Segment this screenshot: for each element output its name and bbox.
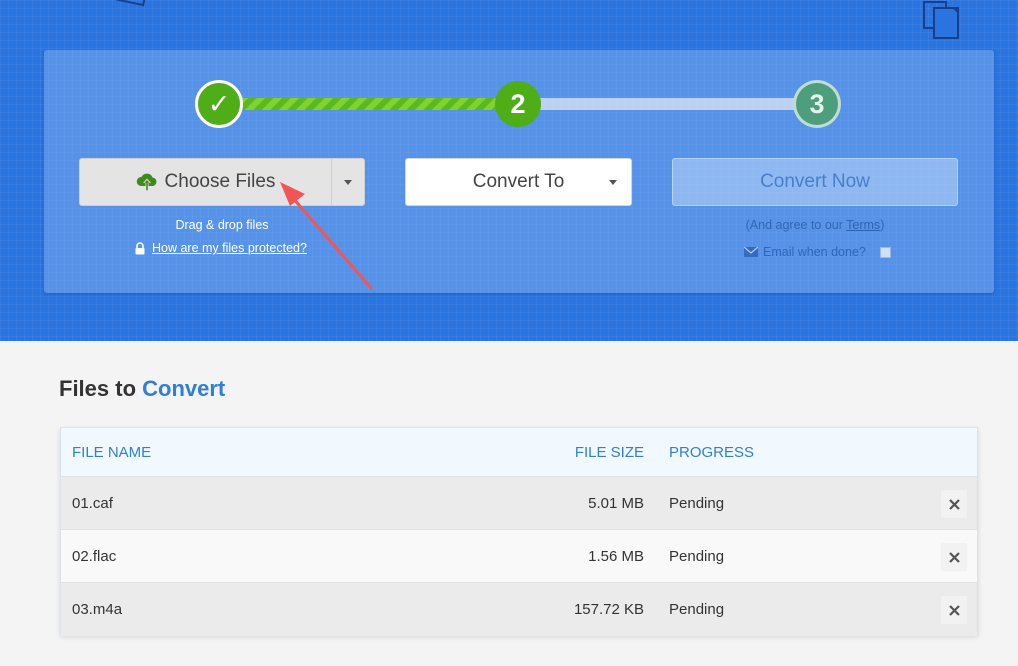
file-name-cell: 03.m4a [72,601,123,618]
heading-accent: Convert [142,376,226,401]
close-icon [948,551,960,563]
file-size-cell: 157.72 KB [573,601,644,618]
agree-suffix: ) [880,218,885,232]
step-1-indicator: ✓ [195,80,243,128]
image-file-doodle-icon [114,0,150,7]
terms-link[interactable]: Terms [846,218,880,232]
choose-files-label: Choose Files [164,171,276,192]
email-when-done-row: Email when done? [744,245,891,259]
convert-to-select[interactable]: Convert To [405,158,632,206]
files-table: FILE NAME FILE SIZE PROGRESS 01.caf 5.01… [60,427,978,636]
lock-icon [135,241,145,254]
email-when-done-label: Email when done? [763,245,866,259]
convert-now-button[interactable]: Convert Now [672,158,958,206]
file-size-cell: 1.56 MB [588,547,644,565]
heading-prefix: Files to [59,376,143,401]
progress-cell: Pending [669,601,725,618]
progress-cell: Pending [669,494,725,512]
caret-down-icon [609,180,617,185]
agree-prefix: (And agree to our [745,218,847,232]
table-header: FILE NAME FILE SIZE PROGRESS [61,428,977,477]
table-row: 02.flac 1.56 MB Pending [61,530,977,583]
documents-doodle-icon [923,1,959,39]
progress-track-complete [240,98,500,110]
email-when-done-checkbox[interactable] [879,246,891,258]
table-row: 03.m4a 157.72 KB Pending [61,583,977,636]
progress-track-pending [538,98,798,110]
remove-file-button[interactable] [941,596,967,624]
header-file-name: FILE NAME [72,443,152,461]
annotation-arrow [280,182,373,290]
file-size-cell: 5.01 MB [588,494,644,512]
table-row: 01.caf 5.01 MB Pending [61,477,977,530]
close-icon [948,498,960,510]
envelope-icon [744,247,758,257]
header-file-size: FILE SIZE [574,443,644,461]
close-icon [948,604,960,616]
step-2-indicator: 2 [495,81,541,127]
files-to-convert-heading: Files to Convert [59,376,225,402]
convert-to-label: Convert To [472,171,565,192]
hero-section: ✓ 2 3 Choose Files Convert To Convert No… [0,0,1018,341]
file-name-cell: 01.caf [72,494,113,512]
step-3-indicator: 3 [793,80,841,128]
terms-agreement: (And agree to our Terms) [672,218,958,232]
cloud-upload-icon [136,173,156,191]
progress-cell: Pending [669,547,725,565]
remove-file-button[interactable] [941,490,967,518]
header-progress: PROGRESS [669,443,755,461]
checkmark-icon: ✓ [207,88,231,119]
file-name-cell: 02.flac [72,547,117,565]
remove-file-button[interactable] [941,543,967,571]
